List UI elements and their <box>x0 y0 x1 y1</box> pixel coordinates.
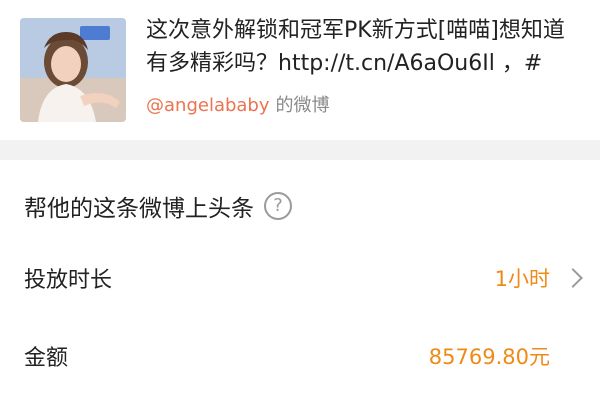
promotion-card: 帮他的这条微博上头条 ? 投放时长 1小时 金额 85769.80元 <box>0 160 600 419</box>
author-handle-link[interactable]: @angelababy <box>146 95 270 116</box>
duration-row[interactable]: 投放时长 1小时 <box>24 258 584 298</box>
duration-value: 1小时 <box>494 267 550 291</box>
author-suffix: 的微博 <box>275 95 330 116</box>
post-thumbnail[interactable] <box>20 18 126 122</box>
thumbnail-image <box>20 18 126 122</box>
chevron-right-icon[interactable] <box>563 268 583 288</box>
duration-label: 投放时长 <box>24 268 113 293</box>
promotion-title: 帮他的这条微博上头条 <box>24 196 254 222</box>
amount-value: 85769.80元 <box>428 345 550 369</box>
question-circle-icon[interactable]: ? <box>264 192 292 220</box>
amount-label: 金额 <box>24 346 69 371</box>
post-text[interactable]: 这次意外解锁和冠军PK新方式[喵喵]想知道有多精彩吗？http://t.cn/A… <box>146 14 586 80</box>
amount-row: 金额 85769.80元 <box>24 336 584 376</box>
promotion-title-row: 帮他的这条微博上头条 ? <box>24 186 292 226</box>
page: 这次意外解锁和冠军PK新方式[喵喵]想知道有多精彩吗？http://t.cn/A… <box>0 0 600 419</box>
shared-post-card[interactable]: 这次意外解锁和冠军PK新方式[喵喵]想知道有多精彩吗？http://t.cn/A… <box>0 0 600 140</box>
post-source: @angelababy 的微博 <box>146 92 330 120</box>
